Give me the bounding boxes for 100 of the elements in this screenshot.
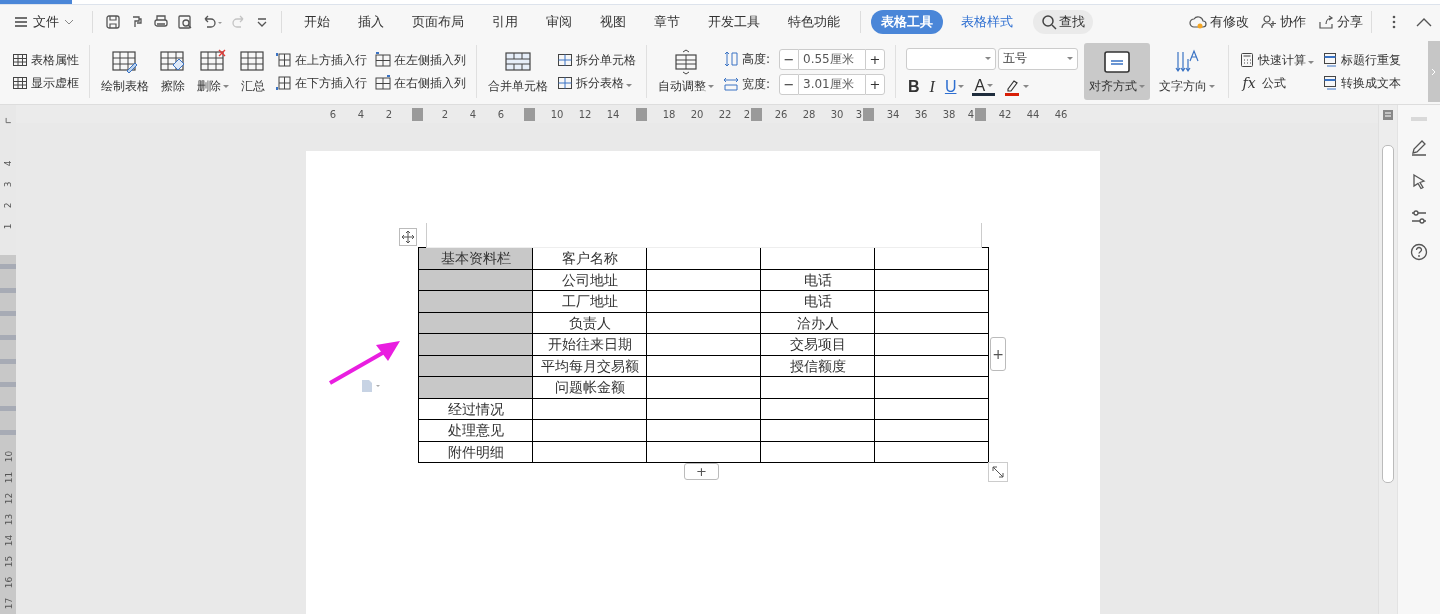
- add-row-button[interactable]: +: [684, 463, 719, 480]
- save-icon[interactable]: [105, 14, 121, 30]
- ribbon-button[interactable]: 拆分单元格: [557, 51, 636, 69]
- ribbon-button[interactable]: 在上方插入行: [276, 51, 367, 69]
- table-icon: [557, 75, 573, 91]
- ribbon-tab[interactable]: 开始: [294, 10, 340, 34]
- ruler-number: 10: [2, 449, 14, 465]
- ruler-number: 12: [577, 108, 593, 120]
- print-preview-icon[interactable]: [177, 14, 193, 30]
- ribbon-button[interactable]: 在下方插入行: [276, 74, 367, 92]
- share-button[interactable]: 分享: [1318, 13, 1363, 31]
- ruler-number: 44: [1025, 108, 1041, 120]
- add-column-button[interactable]: +: [990, 337, 1006, 371]
- table-cell: 公司地址: [532, 269, 647, 291]
- ruler-number: 18: [661, 108, 677, 120]
- text-direction-button[interactable]: 文字方向: [1154, 43, 1220, 100]
- bold-button[interactable]: B: [906, 77, 922, 96]
- ribbon-button[interactable]: 拆分表格: [557, 74, 636, 92]
- ribbon-tab[interactable]: 开发工具: [698, 10, 770, 34]
- tab-stop-icon[interactable]: [4, 117, 12, 125]
- collaborate-button[interactable]: 协作: [1261, 13, 1306, 31]
- ruler-number: 46: [1053, 108, 1069, 120]
- ribbon-button[interactable]: 快速计算: [1239, 51, 1314, 69]
- table-icon: [557, 52, 573, 68]
- ruler-toggle-icon[interactable]: [1382, 109, 1394, 121]
- ruler-number: 2: [2, 202, 14, 208]
- ruler-number: 11: [2, 470, 14, 486]
- ruler-number: 4: [967, 108, 975, 120]
- ruler-number: 1: [2, 223, 14, 229]
- print-icon[interactable]: [153, 14, 169, 30]
- field-label: 宽度:: [742, 75, 772, 93]
- font-size-select[interactable]: 五号: [998, 47, 1078, 70]
- ribbon-tab[interactable]: 页面布局: [402, 10, 474, 34]
- table-cell: 客户名称: [532, 247, 647, 269]
- ribbon-button[interactable]: 绘制表格: [96, 39, 154, 104]
- settings-icon[interactable]: [1410, 208, 1428, 226]
- ribbon-tab[interactable]: 特色功能: [778, 10, 850, 34]
- modified-button[interactable]: 有修改: [1189, 13, 1249, 31]
- input-field[interactable]: 0.55厘米: [799, 48, 865, 70]
- italic-button[interactable]: I: [927, 77, 937, 96]
- caret-icon: [223, 84, 229, 88]
- table-cell: 洽办人: [760, 312, 875, 334]
- ribbon-tab[interactable]: 视图: [590, 10, 636, 34]
- ribbon-button[interactable]: 显示虚框: [12, 74, 79, 92]
- ribbon-tab[interactable]: 表格工具: [871, 10, 943, 34]
- ribbon-tab[interactable]: 表格样式: [951, 10, 1023, 34]
- caret-icon: [1209, 84, 1215, 88]
- decrease-button[interactable]: −: [779, 48, 799, 70]
- ruler-number: 14: [2, 533, 14, 549]
- move-handle[interactable]: [399, 228, 417, 246]
- ribbon-button[interactable]: 合并单元格: [483, 39, 553, 104]
- ribbon-button[interactable]: fx 公式: [1239, 74, 1314, 92]
- ribbon-button[interactable]: 表格属性: [12, 51, 79, 69]
- table-cell: 负责人: [532, 312, 647, 334]
- ribbon-button[interactable]: 在右侧插入列: [375, 74, 466, 92]
- column-marker[interactable]: [411, 107, 423, 121]
- font-color-button[interactable]: A: [972, 77, 996, 96]
- increase-button[interactable]: +: [865, 48, 885, 70]
- column-marker[interactable]: [863, 107, 875, 121]
- table-cell: 授信额度: [760, 355, 875, 377]
- table-cell: 工厂地址: [532, 290, 647, 312]
- ribbon-button[interactable]: 汇总: [234, 39, 272, 104]
- ruler-number: 10: [549, 108, 565, 120]
- convert-icon: [1322, 75, 1338, 91]
- insert-row-icon: [276, 52, 292, 68]
- ribbon-button[interactable]: 在左侧插入列: [375, 51, 466, 69]
- column-marker[interactable]: [635, 107, 647, 121]
- ribbon-tab[interactable]: 章节: [644, 10, 690, 34]
- ribbon-button[interactable]: 自动调整: [653, 39, 719, 104]
- help-icon[interactable]: [1410, 243, 1428, 261]
- ribbon-tab[interactable]: 引用: [482, 10, 528, 34]
- ribbon-button[interactable]: 删除: [192, 39, 234, 104]
- ribbon-tab[interactable]: 审阅: [536, 10, 582, 34]
- decrease-button[interactable]: −: [779, 73, 799, 95]
- ruler-number: 15: [2, 554, 14, 570]
- ribbon-button[interactable]: 转换成文本: [1322, 74, 1401, 92]
- ruler-number: 3: [2, 181, 14, 187]
- increase-button[interactable]: +: [865, 73, 885, 95]
- search-button[interactable]: 查找: [1033, 10, 1093, 34]
- ruler-number: 16: [2, 575, 14, 591]
- underline-button[interactable]: U: [942, 77, 967, 96]
- ribbon-tab[interactable]: 插入: [348, 10, 394, 34]
- pen-icon[interactable]: [1410, 138, 1428, 156]
- collapse-icon[interactable]: [1416, 17, 1432, 27]
- menu-icon: [14, 16, 28, 28]
- ribbon-button[interactable]: 标题行重复: [1322, 51, 1401, 69]
- column-marker[interactable]: [751, 107, 763, 121]
- input-field[interactable]: 3.01厘米: [799, 73, 865, 95]
- column-marker[interactable]: [523, 107, 535, 121]
- column-marker[interactable]: [975, 107, 987, 121]
- ruler-number: 30: [829, 108, 845, 120]
- resize-handle[interactable]: [988, 462, 1008, 482]
- ribbon-button[interactable]: 擦除: [154, 39, 192, 104]
- ruler-number: 2: [384, 108, 394, 120]
- file-menu[interactable]: 文件: [14, 13, 74, 31]
- align-button[interactable]: 对齐方式: [1084, 43, 1150, 100]
- ruler-number: 2: [743, 108, 751, 120]
- table-cell: 基本资料栏: [418, 247, 533, 269]
- table-icon: [1322, 52, 1338, 68]
- scrollbar-thumb[interactable]: [1382, 145, 1394, 483]
